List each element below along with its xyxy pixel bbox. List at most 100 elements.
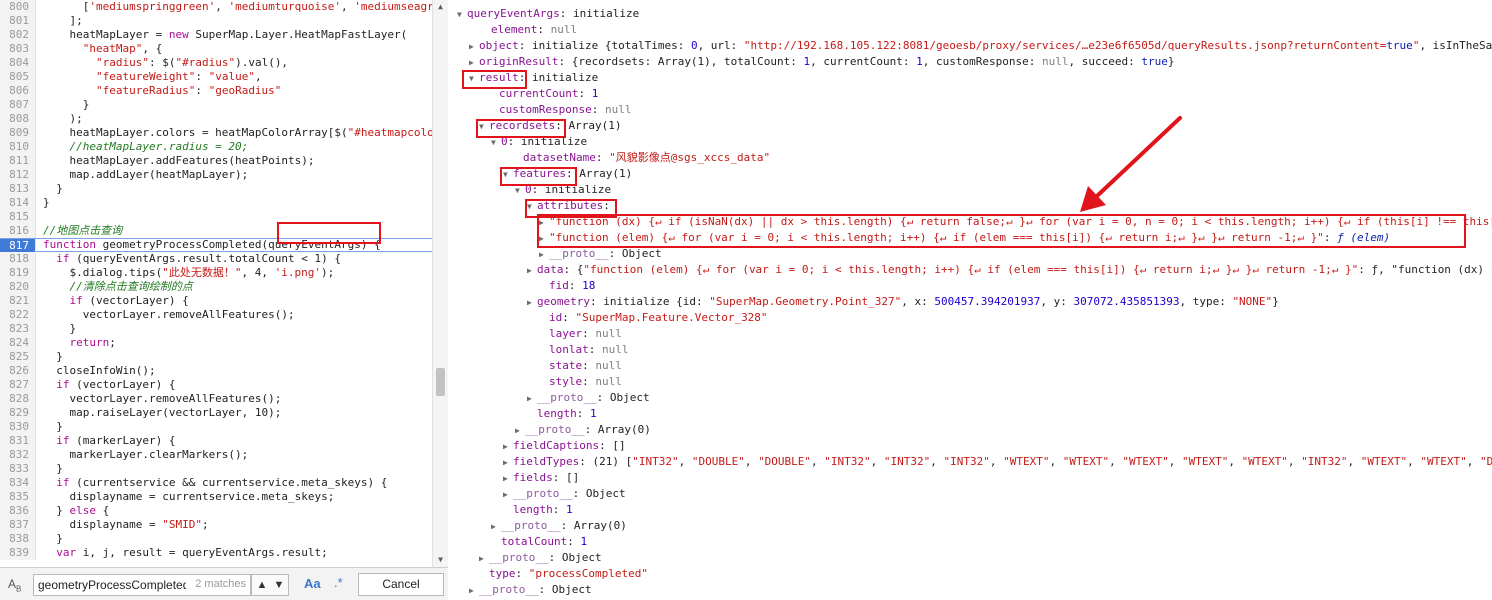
tree-row[interactable]: length: 1 (513, 502, 573, 518)
tree-row[interactable]: id: "SuperMap.Feature.Vector_328" (549, 310, 768, 326)
tree-row[interactable]: totalCount: 1 (501, 534, 587, 550)
tree-row[interactable]: type: "processCompleted" (489, 566, 648, 582)
code-line[interactable]: 807 } (0, 98, 432, 112)
line-number[interactable]: 825 (0, 350, 36, 364)
tree-row[interactable]: fid: 18 (549, 278, 595, 294)
scroll-up-arrow-icon[interactable]: ▲ (433, 0, 448, 14)
scrollbar-thumb[interactable] (436, 368, 445, 396)
code-line[interactable]: 829 map.raiseLayer(vectorLayer, 10); (0, 406, 432, 420)
line-number[interactable]: 822 (0, 308, 36, 322)
code-line[interactable]: 832 markerLayer.clearMarkers(); (0, 448, 432, 462)
tree-row[interactable]: ▶ __proto__: Object (527, 390, 650, 406)
line-number[interactable]: 834 (0, 476, 36, 490)
code-line[interactable]: 821 if (vectorLayer) { (0, 294, 432, 308)
tree-row[interactable]: style: null (549, 374, 622, 390)
code-line[interactable]: 811 heatMapLayer.addFeatures(heatPoints)… (0, 154, 432, 168)
expand-triangle-icon[interactable]: ▶ (515, 423, 525, 439)
line-number[interactable]: 805 (0, 70, 36, 84)
line-number[interactable]: 803 (0, 42, 36, 56)
search-box[interactable]: 2 matches (33, 574, 251, 596)
expand-triangle-icon[interactable]: ▶ (469, 55, 479, 71)
code-line[interactable]: 834 if (currentservice && currentservice… (0, 476, 432, 490)
code-area[interactable]: 800 ['mediumspringgreen', 'mediumturquoi… (0, 0, 432, 567)
previous-match-icon[interactable]: ▲ (254, 577, 270, 593)
tree-row[interactable]: element: null (491, 22, 577, 38)
tree-row[interactable]: ▶ geometry: initialize {id: "SuperMap.Geo… (527, 294, 1279, 310)
line-number[interactable]: 839 (0, 546, 36, 560)
cancel-button[interactable]: Cancel (358, 573, 444, 596)
regex-button[interactable]: .* (334, 575, 343, 590)
object-inspector[interactable]: ▼ queryEventArgs: initialize element: null… (449, 0, 1492, 600)
source-editor[interactable]: 800 ['mediumspringgreen', 'mediumturquoi… (0, 0, 448, 600)
tree-row[interactable]: layer: null (549, 326, 622, 342)
tree-row[interactable]: ▶ object: initialize {totalTimes: 0, url:… (469, 38, 1492, 54)
line-number[interactable]: 820 (0, 280, 36, 294)
next-match-icon[interactable]: ▼ (271, 577, 287, 593)
line-number[interactable]: 800 (0, 0, 36, 14)
code-line[interactable]: 801 ]; (0, 14, 432, 28)
code-line[interactable]: 806 "featureRadius": "geoRadius" (0, 84, 432, 98)
line-number[interactable]: 835 (0, 490, 36, 504)
tree-row[interactable]: ▶ __proto__: Object (503, 486, 626, 502)
code-line[interactable]: 803 "heatMap", { (0, 42, 432, 56)
line-number[interactable]: 821 (0, 294, 36, 308)
line-number[interactable]: 831 (0, 434, 36, 448)
code-line[interactable]: 831 if (markerLayer) { (0, 434, 432, 448)
line-number[interactable]: 809 (0, 126, 36, 140)
code-line[interactable]: 839 var i, j, result = queryEventArgs.re… (0, 546, 432, 560)
line-number[interactable]: 810 (0, 140, 36, 154)
expand-triangle-icon[interactable]: ▶ (527, 391, 537, 407)
code-line[interactable]: 812 map.addLayer(heatMapLayer); (0, 168, 432, 182)
code-line[interactable]: 819 $.dialog.tips("此处无数据！", 4, 'i.png'); (0, 266, 432, 280)
code-line[interactable]: 820 //清除点击查询绘制的点 (0, 280, 432, 294)
code-line[interactable]: 818 if (queryEventArgs.result.totalCount… (0, 252, 432, 266)
code-line[interactable]: 830 } (0, 420, 432, 434)
line-number[interactable]: 832 (0, 448, 36, 462)
code-line[interactable]: 805 "featureWeight": "value", (0, 70, 432, 84)
code-line[interactable]: 804 "radius": $("#radius").val(), (0, 56, 432, 70)
collapse-triangle-icon[interactable]: ▼ (457, 7, 467, 23)
tree-row[interactable]: ▶ originResult: {recordsets: Array(1), to… (469, 54, 1174, 70)
scroll-down-arrow-icon[interactable]: ▼ (433, 553, 448, 567)
tree-row[interactable]: ▶ fieldTypes: (21) ["INT32", "DOUBLE", "D… (503, 454, 1492, 470)
code-line[interactable]: 802 heatMapLayer = new SuperMap.Layer.He… (0, 28, 432, 42)
code-line[interactable]: 823 } (0, 322, 432, 336)
line-number[interactable]: 802 (0, 28, 36, 42)
code-line[interactable]: 835 displayname = currentservice.meta_sk… (0, 490, 432, 504)
tree-row[interactable]: customResponse: null (499, 102, 631, 118)
line-number[interactable]: 824 (0, 336, 36, 350)
expand-triangle-icon[interactable]: ▶ (527, 263, 537, 279)
line-number[interactable]: 808 (0, 112, 36, 126)
line-number[interactable]: 804 (0, 56, 36, 70)
code-line[interactable]: 833 } (0, 462, 432, 476)
line-number[interactable]: 837 (0, 518, 36, 532)
tree-row[interactable]: datasetName: "风貌影像点@sgs_xccs_data" (523, 150, 770, 166)
tree-row[interactable]: length: 1 (537, 406, 597, 422)
tree-row[interactable]: ▶ __proto__: Object (469, 582, 592, 598)
expand-triangle-icon[interactable]: ▶ (503, 487, 513, 503)
line-number[interactable]: 814 (0, 196, 36, 210)
line-number[interactable]: 806 (0, 84, 36, 98)
line-number[interactable]: 807 (0, 98, 36, 112)
code-line[interactable]: 813 } (0, 182, 432, 196)
line-number[interactable]: 836 (0, 504, 36, 518)
search-input[interactable] (34, 575, 190, 595)
code-line[interactable]: 800 ['mediumspringgreen', 'mediumturquoi… (0, 0, 432, 14)
match-case-button[interactable]: Aa (304, 576, 321, 591)
expand-triangle-icon[interactable]: ▶ (469, 39, 479, 55)
line-number[interactable]: 829 (0, 406, 36, 420)
expand-triangle-icon[interactable]: ▶ (491, 519, 501, 535)
tree-row[interactable]: ▼ queryEventArgs: initialize (457, 6, 639, 22)
line-number[interactable]: 817 (0, 239, 36, 253)
line-number[interactable]: 811 (0, 154, 36, 168)
tree-row[interactable]: lonlat: null (549, 342, 629, 358)
code-line[interactable]: 808 ); (0, 112, 432, 126)
tree-row[interactable]: ▶ fields: [] (503, 470, 579, 486)
expand-triangle-icon[interactable]: ▶ (479, 551, 489, 567)
tree-row[interactable]: ▶ data: {"function (elem) {↵ for (var i =… (527, 262, 1492, 278)
code-line[interactable]: 826 closeInfoWin(); (0, 364, 432, 378)
expand-triangle-icon[interactable]: ▶ (503, 439, 513, 455)
line-number[interactable]: 819 (0, 266, 36, 280)
tree-row[interactable]: ▶ __proto__: Array(0) (491, 518, 627, 534)
line-number[interactable]: 826 (0, 364, 36, 378)
